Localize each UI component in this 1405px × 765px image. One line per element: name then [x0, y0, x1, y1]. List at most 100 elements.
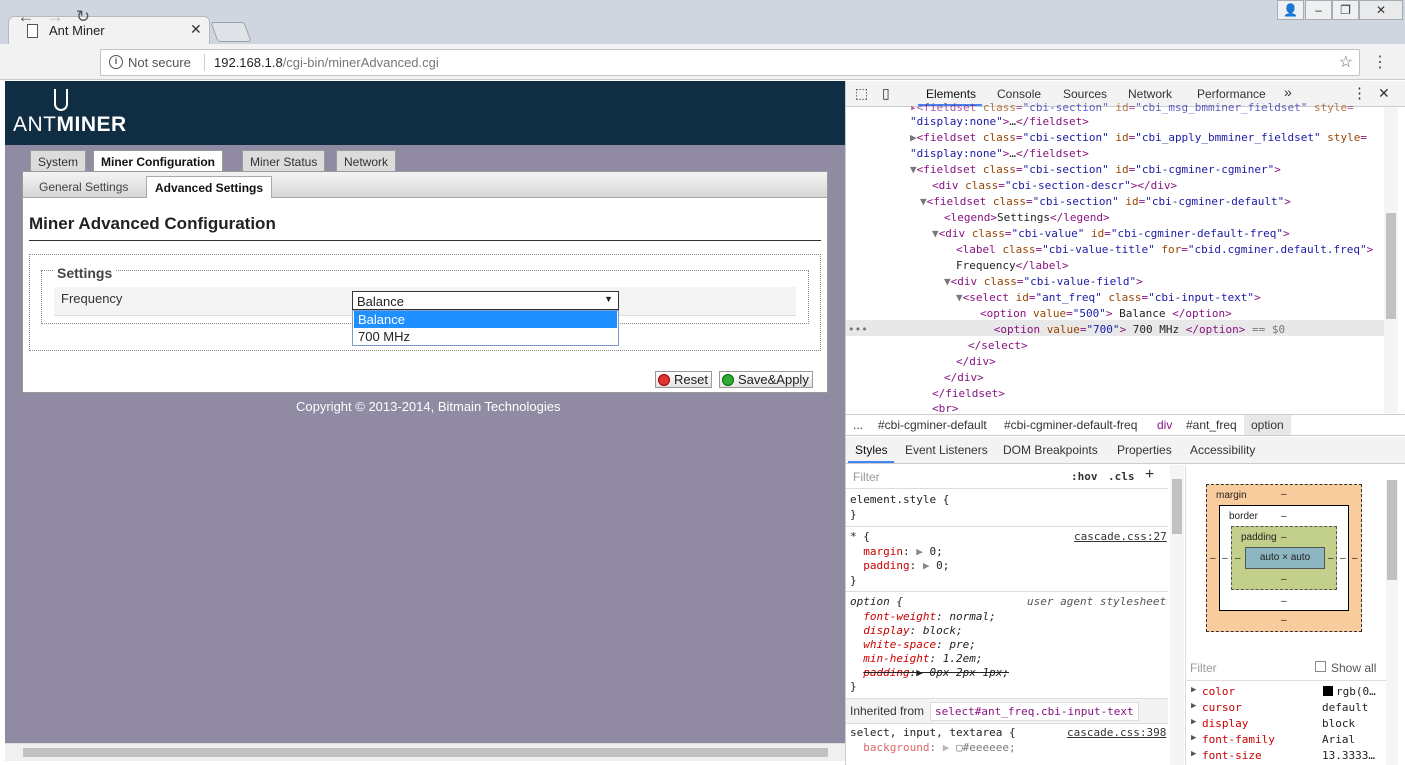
cls-toggle[interactable]: .cls: [1108, 470, 1135, 483]
dom-line[interactable]: ▼<select id="ant_freq" class="cbi-input-…: [956, 290, 1261, 306]
dom-line[interactable]: </fieldset>: [932, 386, 1005, 402]
dom-line[interactable]: <legend>Settings</legend>: [944, 210, 1110, 226]
tab-miner-status[interactable]: Miner Status: [242, 150, 326, 172]
dom-line[interactable]: Frequency</label>: [956, 258, 1069, 274]
address-bar[interactable]: i Not secure 192.168.1.8/cgi-bin/minerAd…: [100, 49, 1360, 76]
subtab-general-settings[interactable]: General Settings: [31, 176, 136, 198]
add-rule-icon[interactable]: +: [1145, 466, 1154, 484]
dom-line[interactable]: </div>: [956, 354, 996, 370]
expand-icon[interactable]: ▶: [1191, 701, 1196, 711]
breadcrumb-cgminer-default[interactable]: #cbi-cgminer-default: [878, 418, 987, 432]
tab-properties[interactable]: Properties: [1117, 443, 1172, 457]
dom-line[interactable]: "display:none">…</fieldset>: [910, 114, 1089, 130]
close-tab-icon[interactable]: ✕: [190, 21, 202, 38]
styles-filter-input[interactable]: Filter: [853, 470, 880, 484]
devtools-tab-network[interactable]: Network: [1128, 87, 1172, 101]
css-decl[interactable]: margin: ▶ 0;: [850, 545, 943, 559]
computed-prop-cursor[interactable]: cursor: [1202, 701, 1242, 714]
tab-event-listeners[interactable]: Event Listeners: [905, 443, 988, 457]
devtools-tab-sources[interactable]: Sources: [1063, 87, 1107, 101]
user-icon[interactable]: 👤: [1277, 0, 1304, 20]
dom-line[interactable]: ▼<fieldset class="cbi-section" id="cbi-c…: [920, 194, 1291, 210]
inherited-selector[interactable]: select#ant_freq.cbi-input-text: [930, 702, 1139, 721]
computed-prop-font-size[interactable]: font-size: [1202, 749, 1262, 762]
color-swatch[interactable]: [1323, 686, 1333, 696]
devtools-tab-elements[interactable]: Elements: [926, 87, 976, 101]
devtools-tab-console[interactable]: Console: [997, 87, 1041, 101]
tab-styles[interactable]: Styles: [855, 443, 888, 457]
dom-line[interactable]: <option value="500"> Balance </option>: [980, 306, 1232, 322]
dom-line[interactable]: </select>: [968, 338, 1028, 354]
css-decl[interactable]: min-height: 1.2em;: [850, 652, 982, 666]
expand-icon[interactable]: ▶: [1191, 749, 1196, 759]
tab-system[interactable]: System: [30, 150, 87, 172]
breadcrumb-cgminer-default-freq[interactable]: #cbi-cgminer-default-freq: [1004, 418, 1137, 432]
scrollbar-thumb[interactable]: [1386, 213, 1396, 319]
dom-line[interactable]: </div>: [944, 370, 984, 386]
minimize-button[interactable]: –: [1305, 0, 1332, 20]
reload-icon[interactable]: ↻: [71, 7, 95, 27]
window-close-button[interactable]: ✕: [1359, 0, 1403, 20]
dom-line[interactable]: ▼<div class="cbi-value-field">: [944, 274, 1143, 290]
option-balance[interactable]: Balance: [354, 311, 617, 328]
new-tab-button[interactable]: [210, 22, 252, 42]
expand-icon[interactable]: ▶: [1191, 733, 1196, 743]
css-decl[interactable]: background: ▶ ▢#eeeeee;: [850, 741, 1015, 755]
save-apply-button[interactable]: Save&Apply: [719, 371, 813, 388]
dom-line[interactable]: <div class="cbi-section-descr"></div>: [932, 178, 1177, 194]
css-select-source-link[interactable]: cascade.css:398: [1067, 726, 1166, 739]
css-element-style[interactable]: element.style {: [850, 493, 949, 507]
css-option-rule[interactable]: option {: [850, 595, 903, 609]
css-star-source-link[interactable]: cascade.css:27: [1074, 530, 1167, 543]
dom-line[interactable]: ▼<fieldset class="cbi-section" id="cbi-c…: [910, 162, 1281, 178]
breadcrumb-option[interactable]: option: [1244, 415, 1291, 435]
browser-menu-icon[interactable]: ⋮: [1372, 52, 1388, 72]
css-select-rule[interactable]: select, input, textarea {: [850, 726, 1016, 740]
reset-button[interactable]: Reset: [655, 371, 712, 388]
breadcrumb-ellipsis[interactable]: ...: [853, 418, 863, 432]
horizontal-scrollbar[interactable]: [5, 743, 845, 761]
computed-scrollbar[interactable]: [1386, 480, 1398, 765]
css-decl[interactable]: padding: ▶ 0;: [850, 559, 949, 573]
tab-network[interactable]: Network: [336, 150, 397, 172]
styles-scrollbar[interactable]: [1170, 465, 1184, 765]
scrollbar-thumb[interactable]: [1387, 480, 1397, 580]
info-icon[interactable]: i: [109, 55, 123, 69]
scrollbar-thumb[interactable]: [1172, 479, 1182, 534]
maximize-button[interactable]: ❐: [1332, 0, 1359, 20]
option-700mhz[interactable]: 700 MHz: [354, 328, 617, 345]
dom-line[interactable]: ▼<div class="cbi-value" id="cbi-cgminer-…: [932, 226, 1290, 242]
dom-line[interactable]: <label class="cbi-value-title" for="cbid…: [956, 242, 1373, 258]
expand-icon[interactable]: ▶: [1191, 685, 1196, 695]
devtools-menu-icon[interactable]: ⋮: [1352, 84, 1367, 102]
device-toolbar-icon[interactable]: ▯: [882, 85, 890, 102]
computed-prop-font-family[interactable]: font-family: [1202, 733, 1275, 746]
scrollbar-thumb[interactable]: [23, 748, 828, 757]
tab-accessibility[interactable]: Accessibility: [1190, 443, 1255, 457]
computed-prop-display[interactable]: display: [1202, 717, 1248, 730]
forward-icon[interactable]: →: [43, 7, 67, 27]
hov-toggle[interactable]: :hov: [1071, 470, 1098, 483]
tab-miner-configuration[interactable]: Miner Configuration: [93, 150, 223, 173]
breadcrumb-div[interactable]: div: [1157, 418, 1172, 432]
bookmark-star-icon[interactable]: ☆: [1339, 52, 1353, 72]
css-star-rule[interactable]: * {: [850, 530, 870, 544]
css-decl[interactable]: font-weight: normal;: [850, 610, 995, 624]
dom-line-selected[interactable]: ••• <option value="700"> 700 MHz </optio…: [848, 322, 1285, 338]
back-icon[interactable]: ←: [14, 7, 38, 27]
devtools-tab-performance[interactable]: Performance: [1197, 87, 1266, 101]
inspect-icon[interactable]: ⬚: [855, 85, 868, 102]
dom-line[interactable]: "display:none">…</fieldset>: [910, 146, 1089, 162]
devtools-close-icon[interactable]: ✕: [1378, 85, 1390, 102]
css-decl[interactable]: display: block;: [850, 624, 962, 638]
breadcrumb-ant-freq[interactable]: #ant_freq: [1186, 418, 1237, 432]
show-all-checkbox[interactable]: [1315, 661, 1326, 672]
tab-dom-breakpoints[interactable]: DOM Breakpoints: [1003, 443, 1098, 457]
more-tabs-icon[interactable]: »: [1284, 84, 1292, 100]
computed-prop-color[interactable]: color: [1202, 685, 1235, 698]
dom-scrollbar[interactable]: [1384, 107, 1398, 413]
subtab-advanced-settings[interactable]: Advanced Settings: [146, 176, 273, 198]
css-decl-overridden[interactable]: padding:▶ 0px 2px 1px;: [850, 666, 1009, 680]
computed-filter-input[interactable]: Filter: [1190, 661, 1217, 675]
dom-line[interactable]: ▶<fieldset class="cbi-section" id="cbi_a…: [910, 130, 1367, 146]
